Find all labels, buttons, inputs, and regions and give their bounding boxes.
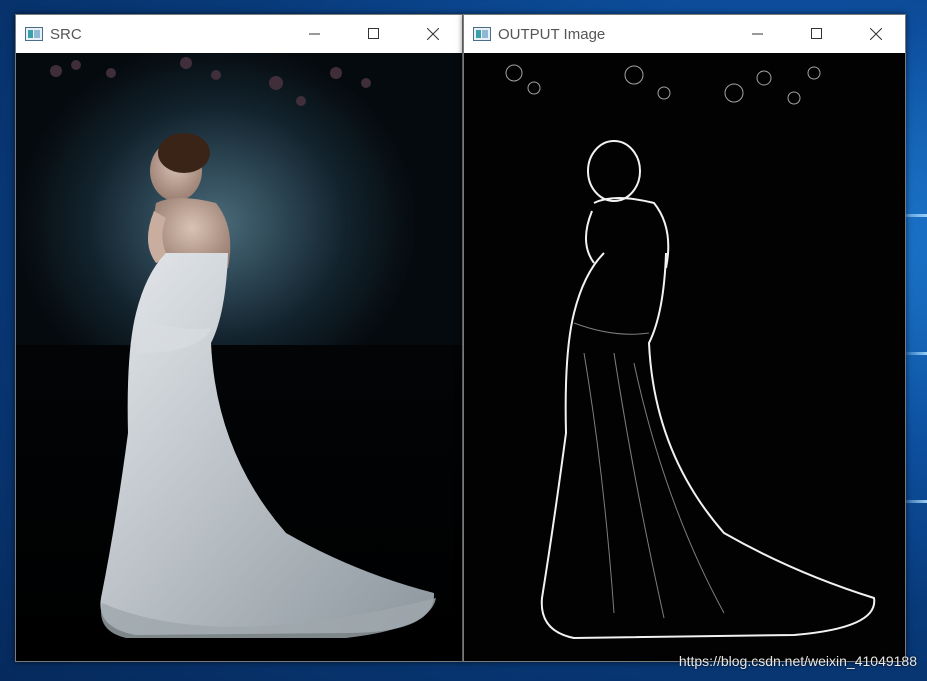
maximize-icon — [811, 28, 822, 39]
minimize-icon — [752, 33, 763, 35]
minimize-icon — [309, 33, 320, 35]
maximize-icon — [368, 28, 379, 39]
close-icon — [427, 28, 439, 40]
close-icon — [870, 28, 882, 40]
window-title: SRC — [50, 25, 82, 43]
src-photo-figure — [50, 57, 436, 638]
maximize-button[interactable] — [788, 15, 846, 53]
app-window-icon — [25, 27, 43, 41]
output-image — [464, 53, 905, 661]
window-title: OUTPUT Image — [498, 25, 606, 43]
minimize-button[interactable] — [729, 15, 787, 53]
src-image — [16, 53, 462, 661]
watermark-url: https://blog.csdn.net/weixin_41049188 — [678, 653, 917, 669]
maximize-button[interactable] — [345, 15, 403, 53]
app-window-icon — [473, 27, 491, 41]
output-window[interactable]: OUTPUT Image — [463, 14, 906, 662]
output-titlebar[interactable]: OUTPUT Image — [464, 15, 905, 53]
output-edge-figure — [505, 64, 876, 640]
src-titlebar[interactable]: SRC — [16, 15, 462, 53]
minimize-button[interactable] — [286, 15, 344, 53]
close-button[interactable] — [847, 15, 905, 53]
close-button[interactable] — [404, 15, 462, 53]
src-window[interactable]: SRC — [15, 14, 463, 662]
